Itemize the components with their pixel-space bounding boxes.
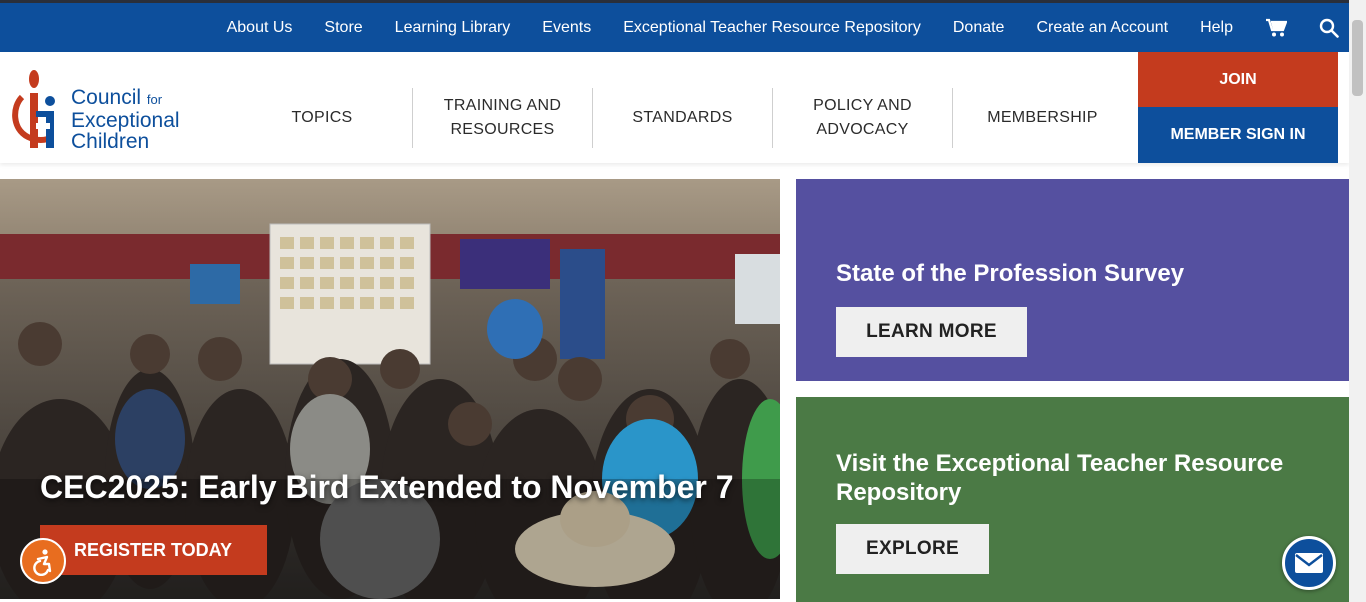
mainnav-policy-line2: ADVOCACY — [816, 121, 909, 138]
utility-bar: About Us Store Learning Library Events E… — [0, 0, 1349, 52]
nav-about-us[interactable]: About Us — [227, 19, 293, 37]
logo-wordmark: Council for Exceptional Children — [71, 87, 180, 152]
nav-store[interactable]: Store — [324, 19, 362, 37]
utility-nav: About Us Store Learning Library Events E… — [195, 3, 1339, 52]
mainnav-training-line1: TRAINING AND — [443, 97, 562, 114]
cec-logo-mark — [12, 70, 55, 148]
mainnav-standards-label: STANDARDS — [632, 109, 733, 126]
page-scrollbar[interactable] — [1349, 0, 1366, 602]
mainnav-topics-label: TOPICS — [291, 109, 353, 126]
mainnav-training-line2: RESOURCES — [450, 121, 555, 138]
mail-icon[interactable] — [1282, 536, 1336, 590]
nav-donate[interactable]: Donate — [953, 19, 1005, 37]
hero-title: CEC2025: Early Bird Extended to November… — [40, 469, 734, 505]
hero-banner[interactable]: CEC2025: Early Bird Extended to November… — [0, 179, 780, 599]
logo-line-children: Children — [71, 130, 150, 153]
search-icon[interactable] — [1319, 18, 1339, 38]
nav-help[interactable]: Help — [1200, 19, 1233, 37]
mainnav-membership[interactable]: MEMBERSHIP — [952, 88, 1132, 148]
member-sign-in-button[interactable]: MEMBER SIGN IN — [1138, 107, 1338, 163]
mainnav-training-resources-label: TRAINING AND RESOURCES — [444, 94, 561, 142]
nav-create-account[interactable]: Create an Account — [1036, 19, 1168, 37]
promo-card-survey-title: State of the Profession Survey — [836, 260, 1185, 287]
mainnav-policy-line1: POLICY AND — [813, 97, 912, 114]
nav-events[interactable]: Events — [542, 19, 591, 37]
mainnav-topics[interactable]: TOPICS — [232, 88, 412, 148]
main-nav: TOPICS TRAINING AND RESOURCES STANDARDS P… — [232, 88, 1132, 148]
scrollbar-thumb[interactable] — [1352, 20, 1363, 96]
nav-learning-library[interactable]: Learning Library — [395, 19, 511, 37]
logo-for: for — [146, 92, 163, 107]
mainnav-membership-label: MEMBERSHIP — [987, 109, 1098, 126]
cec-logo[interactable]: Council for Exceptional Children — [10, 67, 200, 153]
mainnav-standards[interactable]: STANDARDS — [592, 88, 772, 148]
promo-card-repository-title: Visit the Exceptional Teacher Resource R… — [836, 450, 1284, 506]
learn-more-button[interactable]: LEARN MORE — [836, 307, 1027, 357]
mainnav-policy-advocacy[interactable]: POLICY AND ADVOCACY — [772, 88, 952, 148]
mainnav-training-resources[interactable]: TRAINING AND RESOURCES — [412, 88, 592, 148]
accessibility-icon[interactable] — [20, 538, 66, 584]
cart-icon[interactable] — [1265, 18, 1287, 38]
join-button[interactable]: JOIN — [1138, 52, 1338, 107]
mainnav-policy-label: POLICY AND ADVOCACY — [813, 94, 912, 142]
promo-card-repository: Visit the Exceptional Teacher Resource R… — [796, 397, 1349, 602]
explore-button[interactable]: EXPLORE — [836, 524, 989, 574]
promo-card-survey: State of the Profession Survey LEARN MOR… — [796, 179, 1349, 381]
nav-teacher-resource-repository[interactable]: Exceptional Teacher Resource Repository — [623, 19, 921, 37]
register-today-button[interactable]: REGISTER TODAY — [40, 525, 267, 575]
logo-line-exceptional: Exceptional — [71, 109, 180, 132]
logo-line-council: Council — [71, 86, 142, 109]
